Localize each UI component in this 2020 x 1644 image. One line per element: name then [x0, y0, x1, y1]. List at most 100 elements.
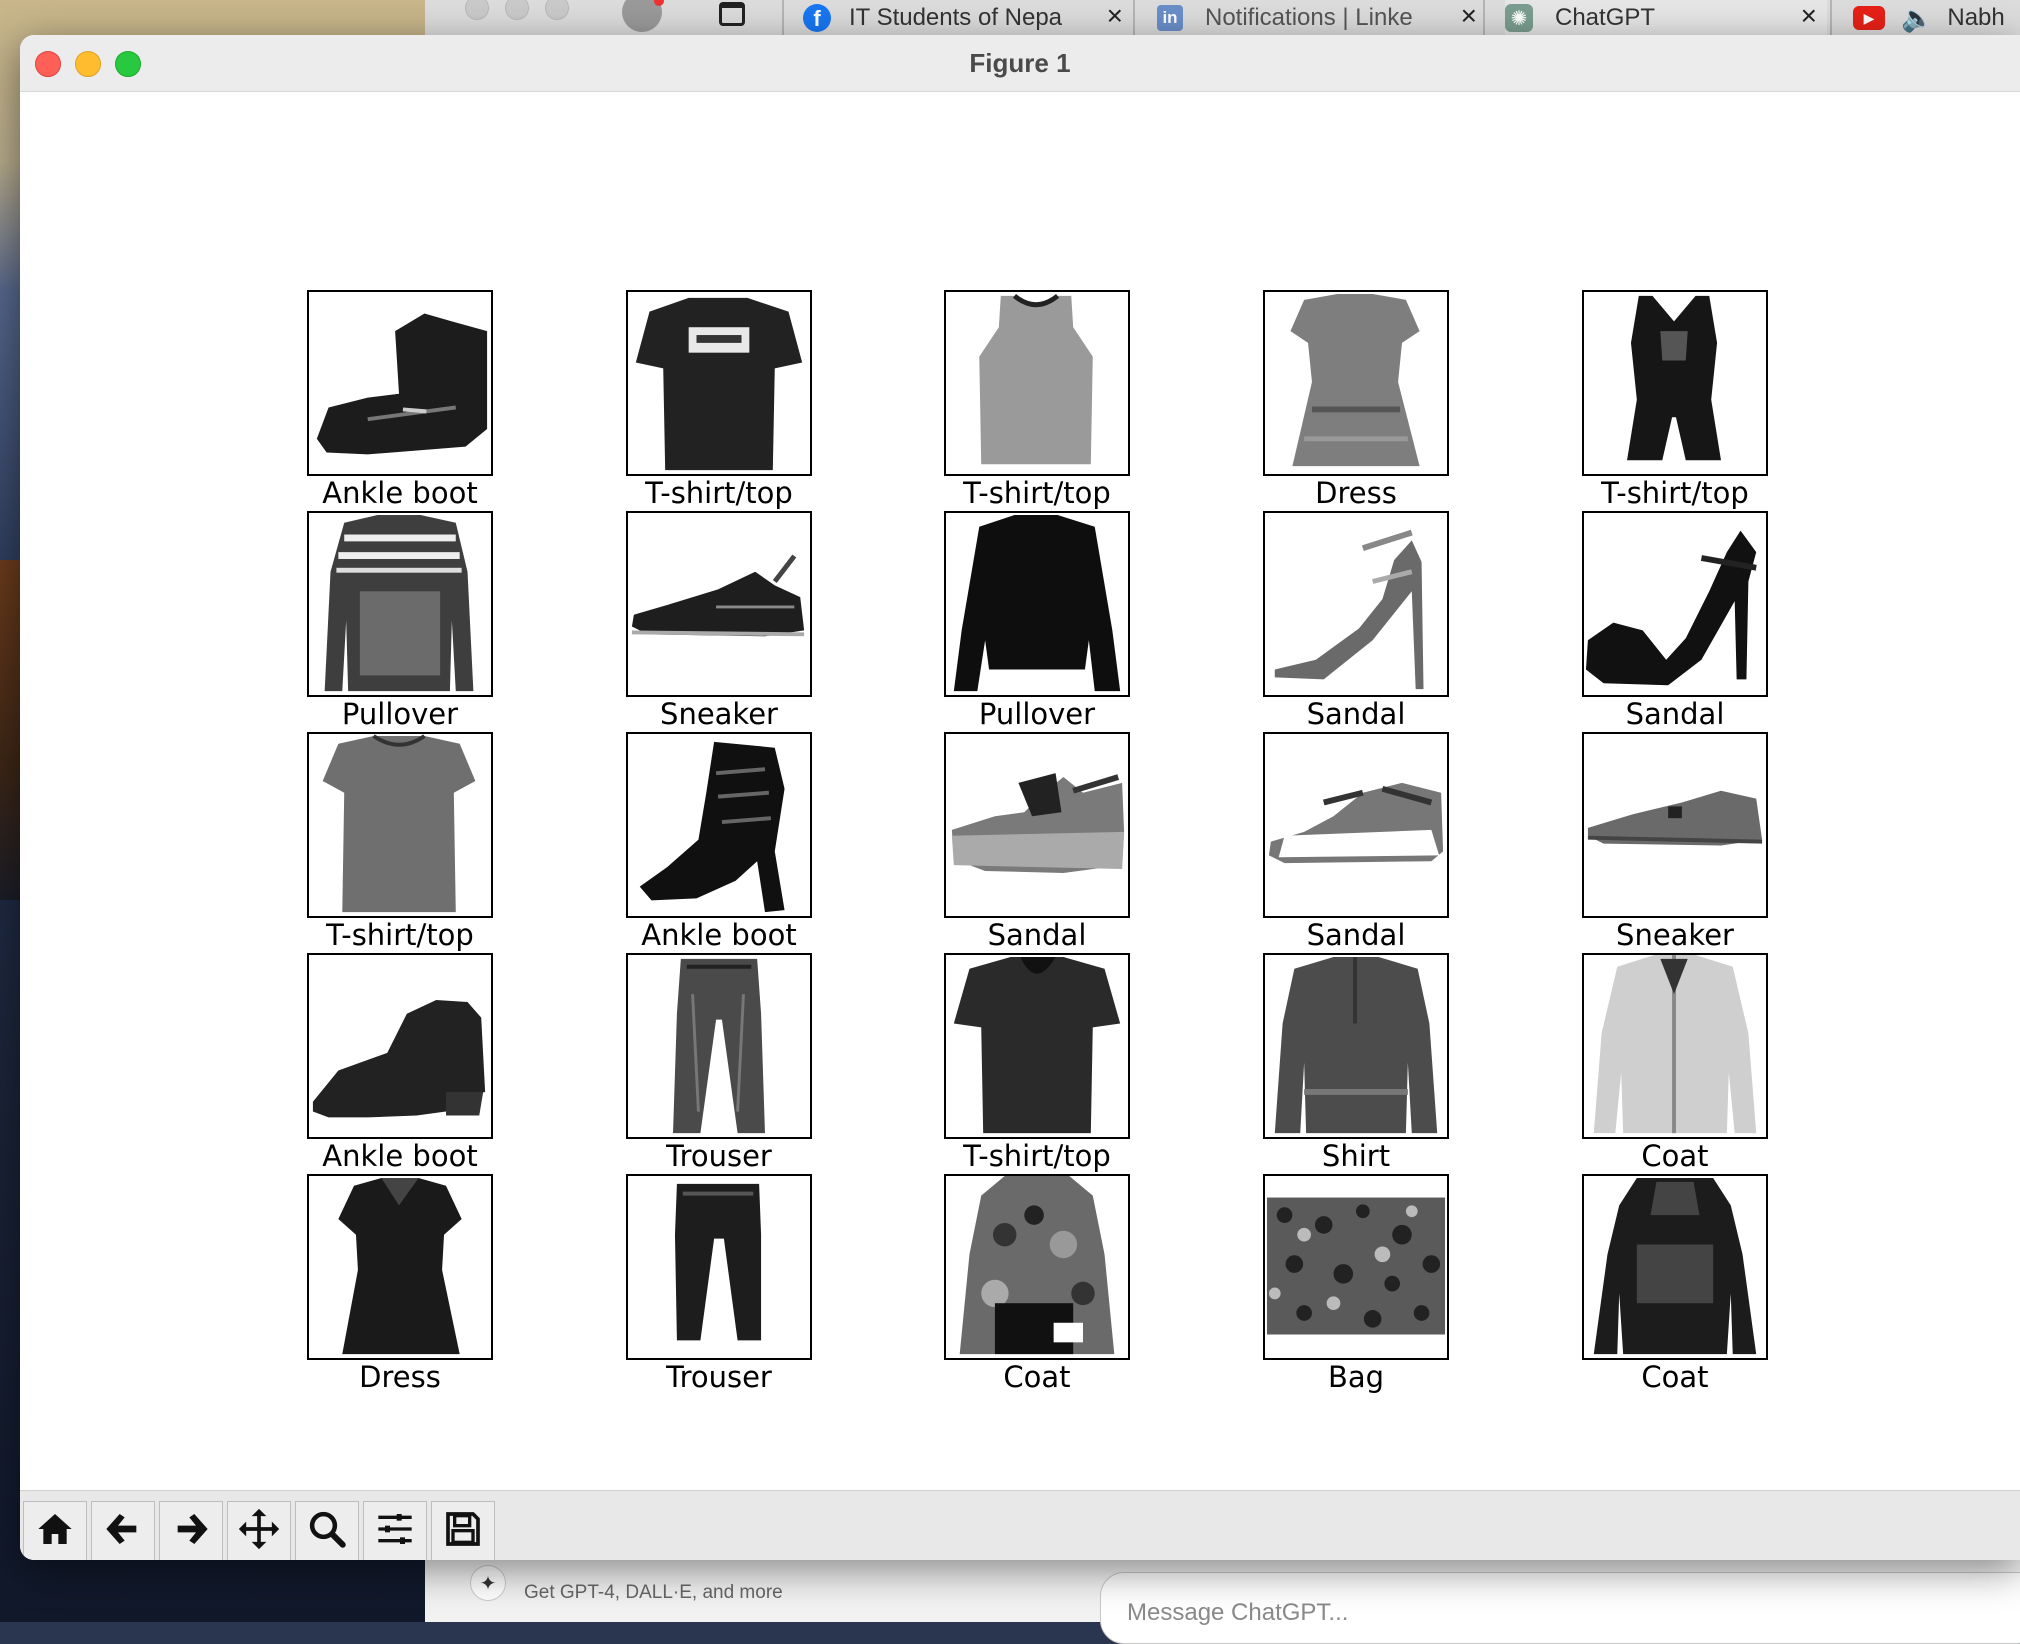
image-label: Coat — [1003, 1360, 1071, 1394]
image-tile — [944, 953, 1130, 1139]
upgrade-promo-text: Get GPT-4, DALL·E, and more — [524, 1582, 783, 1603]
forward-button[interactable] — [159, 1501, 223, 1560]
image-tile — [944, 1174, 1130, 1360]
image-label: Bag — [1327, 1360, 1385, 1394]
image-label: Sandal — [1306, 697, 1406, 731]
image-tile — [626, 511, 812, 697]
clothing-image — [324, 514, 474, 692]
tab-close-icon[interactable]: × — [1461, 0, 1477, 32]
tab-separator — [1830, 0, 1832, 36]
save-button[interactable] — [431, 1501, 495, 1560]
image-tile — [1263, 290, 1449, 476]
image-tile — [944, 290, 1130, 476]
clothing-image — [951, 773, 1125, 873]
zoom-button[interactable] — [295, 1501, 359, 1560]
image-label: Dress — [359, 1360, 441, 1394]
configure-subplots-button[interactable] — [363, 1501, 427, 1560]
image-tile — [1263, 732, 1449, 918]
clothing-image — [322, 734, 476, 913]
move-icon — [237, 1507, 281, 1556]
tab-linkedin[interactable]: in Notifications | Linke × — [1157, 0, 1487, 36]
image-label: Sandal — [1306, 918, 1406, 952]
image-tile — [1582, 511, 1768, 697]
home-button[interactable] — [23, 1501, 87, 1560]
clothing-image — [1593, 955, 1757, 1134]
facebook-icon: f — [803, 4, 831, 32]
clothing-image — [312, 1000, 486, 1118]
clothing-image — [1266, 1197, 1446, 1335]
sliders-icon — [375, 1509, 415, 1554]
image-tile — [307, 511, 493, 697]
message-placeholder: Message ChatGPT... — [1127, 1599, 1349, 1626]
image-label: Sandal — [987, 918, 1087, 952]
image-label: Trouser — [666, 1139, 772, 1173]
window-titlebar[interactable]: Figure 1 — [20, 35, 2020, 92]
clothing-image — [316, 313, 488, 455]
image-label: Ankle boot — [322, 476, 478, 510]
image-label: Pullover — [341, 697, 459, 731]
floppy-icon — [443, 1509, 483, 1554]
tab-chatgpt[interactable]: ✺ ChatGPT × — [1505, 0, 1827, 36]
message-input[interactable]: Message ChatGPT... — [1100, 1572, 2020, 1644]
image-label: Ankle boot — [641, 918, 797, 952]
image-label: T-shirt/top — [963, 476, 1111, 510]
sidebar-toggle-icon[interactable] — [719, 2, 745, 26]
clothing-image — [338, 1177, 462, 1355]
image-tile — [626, 1174, 812, 1360]
image-label: Coat — [1641, 1139, 1709, 1173]
image-label: Coat — [1641, 1360, 1709, 1394]
image-tile — [307, 1174, 493, 1360]
tab-facebook-label: IT Students of Nepa — [849, 4, 1063, 31]
image-label: Sandal — [1625, 697, 1725, 731]
clothing-image — [953, 956, 1121, 1134]
clothing-image — [1587, 790, 1763, 846]
image-tile — [1263, 953, 1449, 1139]
figure-window: Figure 1 Ankle boot T-shirt/top T-shirt/to… — [20, 35, 2020, 1560]
tab-facebook[interactable]: f IT Students of Nepa × — [803, 0, 1133, 36]
clothing-image — [635, 297, 803, 471]
figure-canvas[interactable]: Ankle boot T-shirt/top T-shirt/top Dress T-s… — [20, 92, 2020, 1490]
upgrade-promo[interactable]: ✦ Get GPT-4, DALL·E, and more — [470, 1557, 783, 1609]
browser-close-ghost — [465, 0, 489, 20]
home-icon — [35, 1509, 75, 1554]
profile-avatar-icon[interactable] — [622, 0, 664, 32]
arrow-left-icon — [103, 1509, 143, 1554]
pan-button[interactable] — [227, 1501, 291, 1560]
navigation-toolbar — [20, 1490, 2020, 1560]
speaker-icon[interactable]: 🔈 — [1901, 3, 1933, 34]
tab-linkedin-label: Notifications | Linke — [1205, 4, 1413, 31]
magnifier-icon — [306, 1508, 348, 1555]
image-label: Trouser — [666, 1360, 772, 1394]
clothing-image — [953, 514, 1121, 692]
image-tile — [1263, 511, 1449, 697]
browser-min-ghost — [505, 0, 529, 20]
image-tile — [307, 732, 493, 918]
clothing-image — [631, 554, 805, 637]
image-label: Pullover — [978, 697, 1096, 731]
tab-youtube[interactable]: ▶ 🔈 Nabh — [1853, 0, 2020, 36]
tab-close-icon[interactable]: × — [1107, 0, 1123, 32]
youtube-icon: ▶ — [1853, 6, 1885, 30]
image-label: T-shirt/top — [1601, 476, 1749, 510]
image-tile — [307, 290, 493, 476]
clothing-image — [1268, 782, 1444, 864]
clothing-image — [674, 1183, 762, 1341]
tab-close-icon[interactable]: × — [1801, 0, 1817, 32]
arrow-right-icon — [171, 1509, 211, 1554]
image-tile — [1582, 1174, 1768, 1360]
image-label: T-shirt/top — [963, 1139, 1111, 1173]
tab-youtube-label: Nabh — [1947, 4, 2005, 31]
clothing-image — [639, 741, 785, 913]
clothing-image — [1274, 956, 1438, 1134]
clothing-image — [1593, 1177, 1757, 1355]
back-button[interactable] — [91, 1501, 155, 1560]
image-tile — [1263, 1174, 1449, 1360]
tab-separator — [1133, 0, 1135, 36]
clothing-image — [1627, 295, 1721, 461]
image-tile — [944, 732, 1130, 918]
clothing-image — [959, 1176, 1115, 1355]
image-label: T-shirt/top — [326, 918, 474, 952]
image-tile — [1582, 290, 1768, 476]
tab-separator — [782, 0, 784, 36]
tab-chatgpt-label: ChatGPT — [1555, 4, 1656, 31]
